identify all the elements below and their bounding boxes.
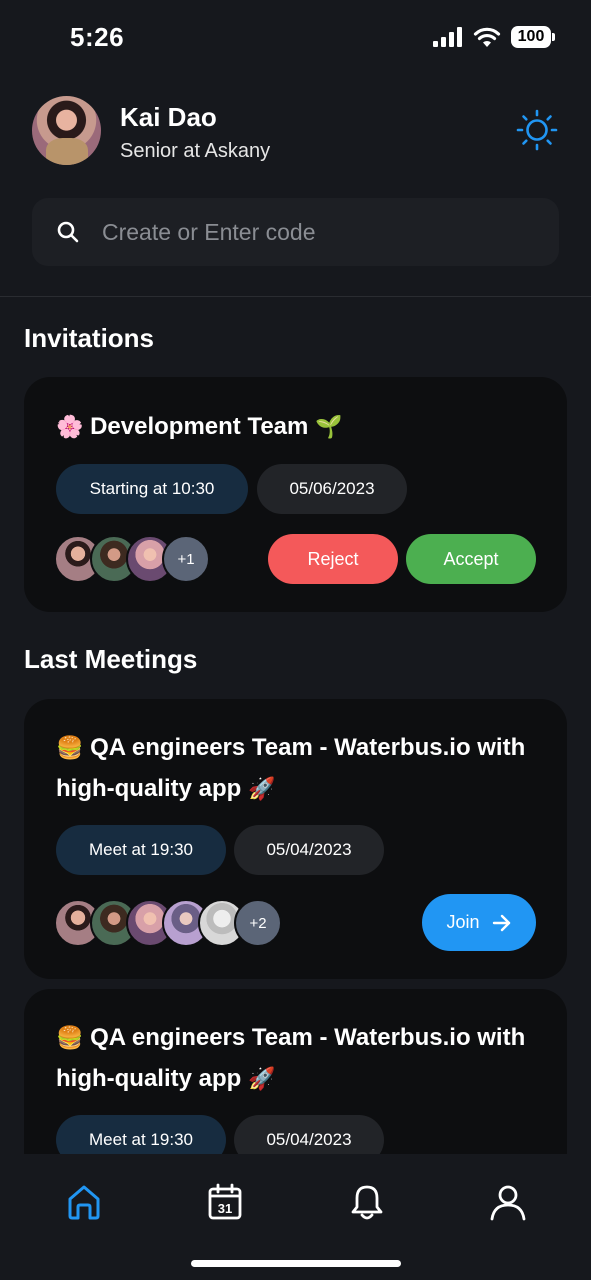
join-label: Join (446, 912, 480, 932)
search-input[interactable] (102, 198, 542, 266)
invitations-title: Invitations (24, 323, 155, 353)
wifi-icon (473, 27, 501, 47)
more-participants-badge: +2 (234, 899, 282, 947)
meeting-card[interactable]: 🍔 QA engineers Team - Waterbus.io with h… (24, 699, 567, 979)
status-bar: 5:26 100 (0, 0, 591, 78)
battery-icon: 100 (511, 26, 555, 48)
search-bar (32, 198, 559, 266)
signal-icon (433, 27, 462, 47)
date-pill: 05/04/2023 (234, 825, 384, 875)
reject-button[interactable]: Reject (268, 534, 398, 584)
last-meetings-title: Last Meetings (24, 644, 198, 674)
bell-icon[interactable] (347, 1182, 387, 1222)
sun-icon[interactable] (515, 108, 559, 152)
invitation-title-text: Development Team (90, 413, 309, 440)
meeting-title: 🍔 QA engineers Team - Waterbus.io with h… (56, 728, 546, 810)
home-icon[interactable] (64, 1182, 104, 1222)
seedling-emoji: 🌱 (315, 415, 343, 440)
calendar-icon[interactable]: 31 (205, 1182, 245, 1222)
user-role: Senior at Askany (120, 140, 271, 162)
meeting-title-text: QA engineers Team - Waterbus.io with hig… (56, 1024, 526, 1092)
invitation-card[interactable]: 🌸 Development Team 🌱 Starting at 10:30 0… (24, 377, 567, 612)
rocket-emoji: 🚀 (248, 777, 276, 802)
user-name: Kai Dao (120, 102, 217, 132)
burger-emoji: 🍔 (56, 736, 84, 761)
status-time: 5:26 (70, 22, 125, 52)
date-pill: 05/06/2023 (257, 464, 407, 514)
burger-emoji: 🍔 (56, 1026, 84, 1051)
home-indicator[interactable] (191, 1260, 401, 1267)
meeting-title-text: QA engineers Team - Waterbus.io with hig… (56, 734, 526, 802)
calendar-day: 31 (218, 1201, 232, 1216)
profile-icon[interactable] (488, 1182, 528, 1222)
divider (0, 296, 591, 297)
profile-header: Kai Dao Senior at Askany (32, 96, 559, 166)
flower-emoji: 🌸 (56, 415, 84, 440)
accept-button[interactable]: Accept (406, 534, 536, 584)
avatar[interactable] (32, 96, 101, 165)
arrow-right-icon (492, 914, 510, 931)
rocket-emoji: 🚀 (248, 1067, 276, 1092)
time-pill: Meet at 19:30 (56, 825, 226, 875)
join-button[interactable]: Join (422, 894, 536, 951)
meeting-title: 🍔 QA engineers Team - Waterbus.io with h… (56, 1018, 546, 1100)
participant-avatars[interactable]: +2 (54, 899, 282, 947)
participant-avatars[interactable]: +1 (54, 535, 210, 583)
invitation-title: 🌸 Development Team 🌱 (56, 407, 546, 448)
status-icons: 100 (433, 26, 555, 48)
more-participants-badge: +1 (162, 535, 210, 583)
time-pill: Starting at 10:30 (56, 464, 248, 514)
search-icon (57, 221, 79, 243)
